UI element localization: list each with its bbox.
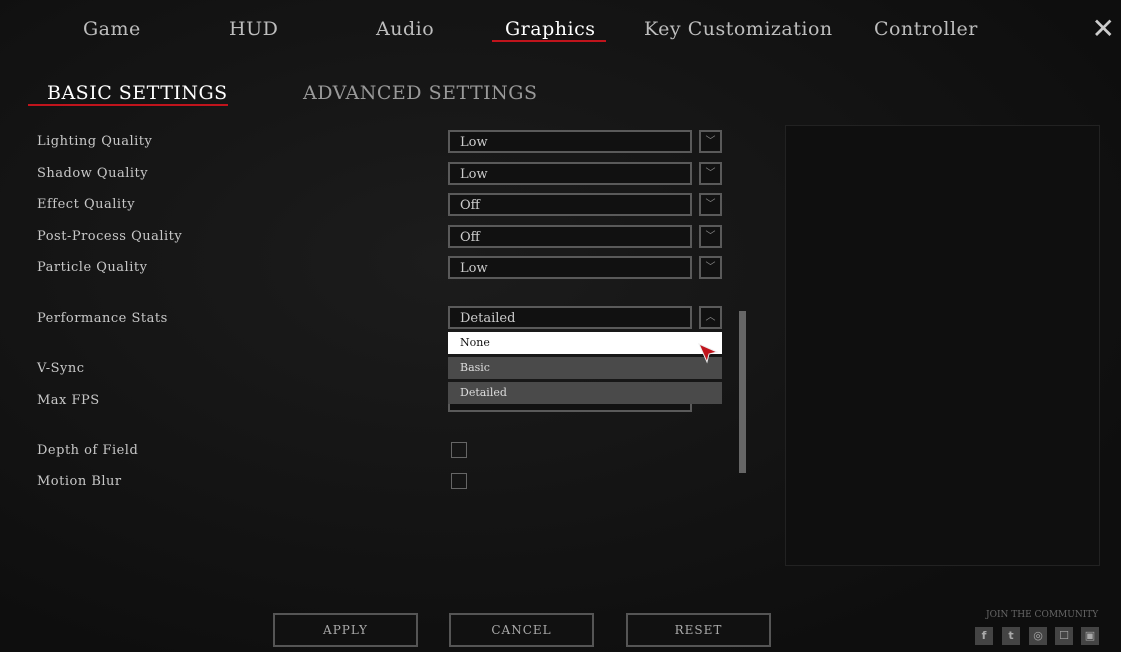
cursor-icon (698, 343, 719, 364)
tab-hud[interactable]: HUD (229, 18, 278, 40)
subtab-advanced[interactable]: ADVANCED SETTINGS (303, 82, 538, 104)
tab-key-customization[interactable]: Key Customization (644, 18, 833, 40)
reset-button[interactable]: RESET (626, 613, 771, 647)
facebook-icon[interactable]: f (975, 627, 993, 645)
dropdown-option-basic[interactable]: Basic (448, 357, 722, 379)
setting-select[interactable]: Off (448, 225, 692, 248)
subtab-basic[interactable]: BASIC SETTINGS (47, 82, 228, 104)
dof-label: Depth of Field (37, 443, 139, 458)
motion-blur-label: Motion Blur (37, 474, 122, 489)
close-icon[interactable]: ✕ (1092, 12, 1115, 45)
chevron-down-icon[interactable]: ﹀ (699, 162, 722, 185)
tab-graphics[interactable]: Graphics (505, 18, 595, 40)
setting-label: Particle Quality (37, 260, 148, 275)
tab-controller[interactable]: Controller (874, 18, 978, 40)
apply-button[interactable]: APPLY (273, 613, 418, 647)
chevron-down-icon[interactable]: ﹀ (699, 130, 722, 153)
community-label: JOIN THE COMMUNITY (986, 610, 1099, 620)
instagram-icon[interactable]: ◎ (1029, 627, 1047, 645)
setting-label: Effect Quality (37, 197, 136, 212)
chevron-down-icon[interactable]: ﹀ (699, 193, 722, 216)
tab-underline (492, 40, 606, 42)
cancel-button[interactable]: CANCEL (449, 613, 594, 647)
setting-label: Post-Process Quality (37, 229, 183, 244)
dof-checkbox[interactable] (451, 442, 467, 458)
setting-select[interactable]: Detailed (448, 306, 692, 329)
setting-select[interactable]: Low (448, 130, 692, 153)
setting-label: Shadow Quality (37, 166, 149, 181)
motion-blur-checkbox[interactable] (451, 473, 467, 489)
twitch-icon[interactable]: ▣ (1081, 627, 1099, 645)
dropdown-option-detailed[interactable]: Detailed (448, 382, 722, 404)
setting-label: Lighting Quality (37, 134, 153, 149)
setting-select[interactable]: Off (448, 193, 692, 216)
preview-panel (785, 125, 1100, 566)
setting-select[interactable]: Low (448, 256, 692, 279)
subtab-underline (28, 104, 228, 106)
setting-label: Performance Stats (37, 311, 168, 326)
chevron-down-icon[interactable]: ﹀ (699, 225, 722, 248)
tab-game[interactable]: Game (83, 18, 141, 40)
chevron-up-icon[interactable]: ︿ (699, 306, 722, 329)
vsync-label: V-Sync (37, 361, 85, 376)
max-fps-label: Max FPS (37, 393, 100, 408)
discord-icon[interactable]: ☐ (1055, 627, 1073, 645)
twitter-icon[interactable]: t (1002, 627, 1020, 645)
chevron-down-icon[interactable]: ﹀ (699, 256, 722, 279)
tab-audio[interactable]: Audio (376, 18, 434, 40)
scrollbar[interactable] (739, 311, 746, 473)
setting-select[interactable]: Low (448, 162, 692, 185)
dropdown-option-none[interactable]: None (448, 332, 722, 354)
